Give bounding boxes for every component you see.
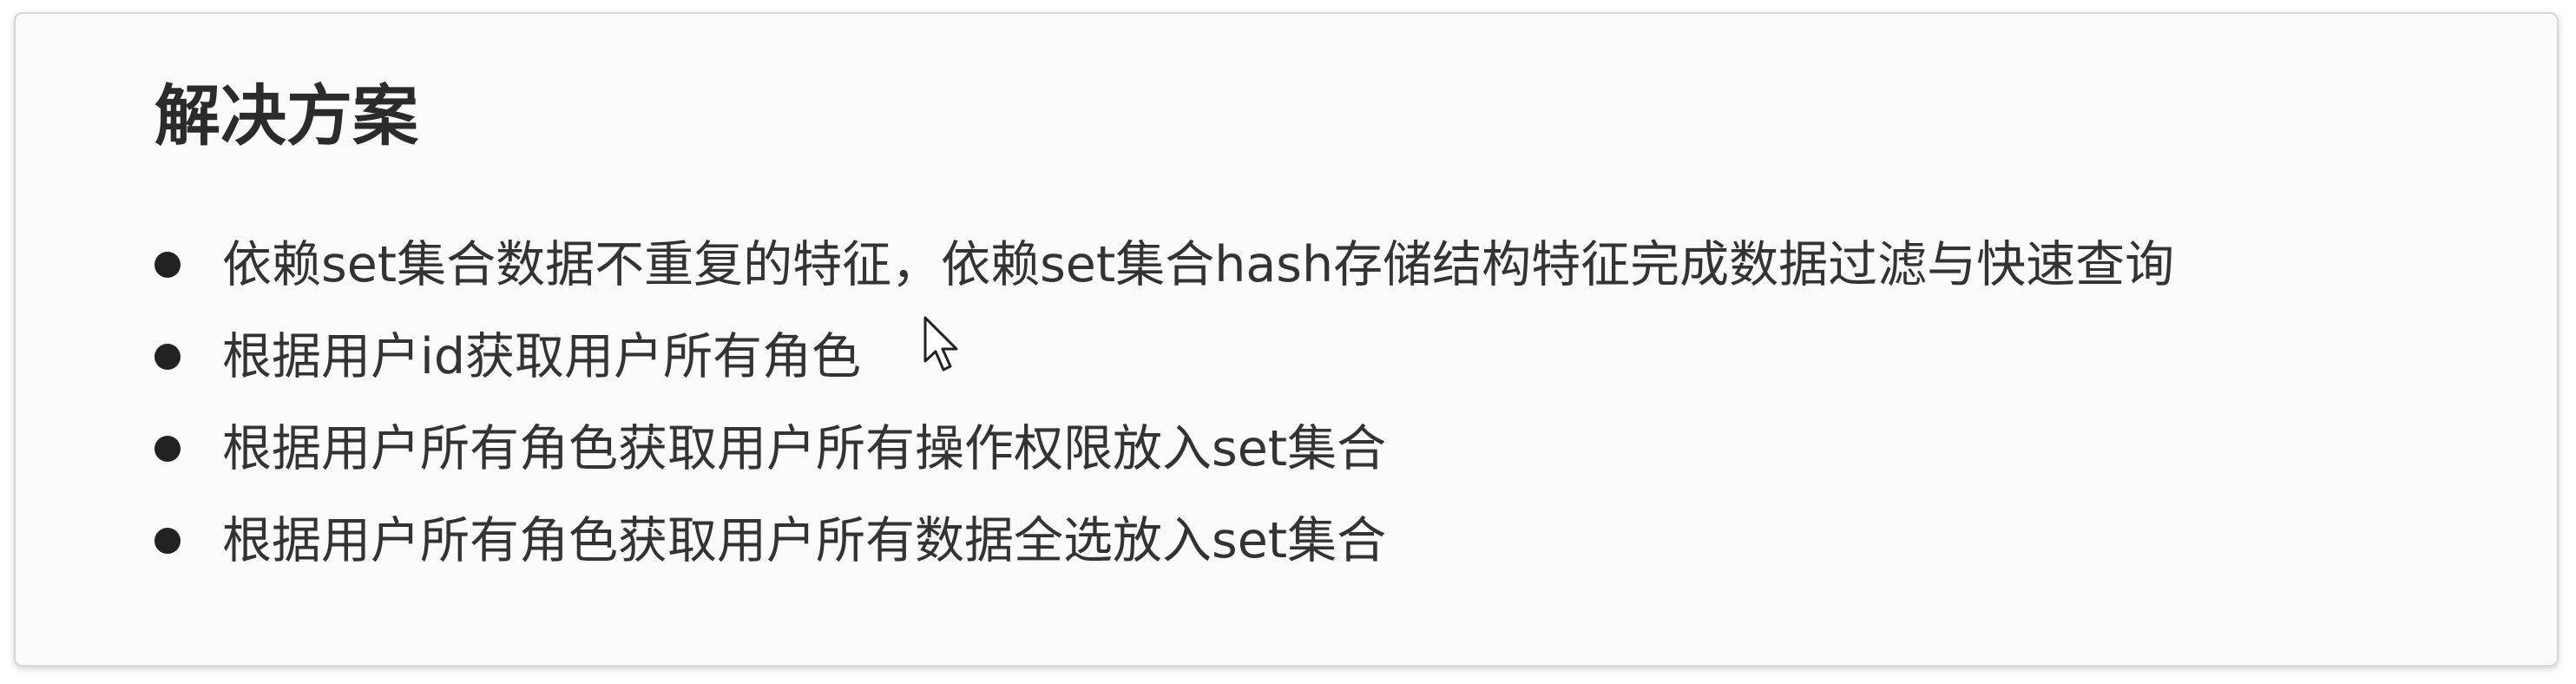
content-card: 解决方案 依赖set集合数据不重复的特征，依赖set集合hash存储结构特征完成…	[14, 12, 2559, 667]
bullet-item: 根据用户所有角色获取用户所有数据全选放入set集合	[154, 502, 1386, 580]
bullet-text: 根据用户id获取用户所有角色	[222, 327, 862, 385]
bullet-dot-icon	[154, 344, 181, 370]
bullet-text: 依赖set集合数据不重复的特征，依赖set集合hash存储结构特征完成数据过滤与…	[222, 235, 2175, 293]
bullet-dot-icon	[154, 528, 181, 554]
slide-stage: 解决方案 依赖set集合数据不重复的特征，依赖set集合hash存储结构特征完成…	[0, 0, 2576, 684]
bullet-item: 根据用户所有角色获取用户所有操作权限放入set集合	[154, 410, 1386, 488]
bullet-text: 根据用户所有角色获取用户所有操作权限放入set集合	[222, 419, 1387, 477]
bullet-item: 根据用户id获取用户所有角色	[154, 318, 861, 396]
section-title: 解决方案	[154, 77, 418, 155]
bullet-item: 依赖set集合数据不重复的特征，依赖set集合hash存储结构特征完成数据过滤与…	[154, 226, 2174, 304]
bullet-dot-icon	[154, 252, 181, 278]
bullet-dot-icon	[154, 436, 181, 462]
mouse-pointer-icon	[923, 316, 958, 372]
bullet-text: 根据用户所有角色获取用户所有数据全选放入set集合	[222, 511, 1387, 569]
